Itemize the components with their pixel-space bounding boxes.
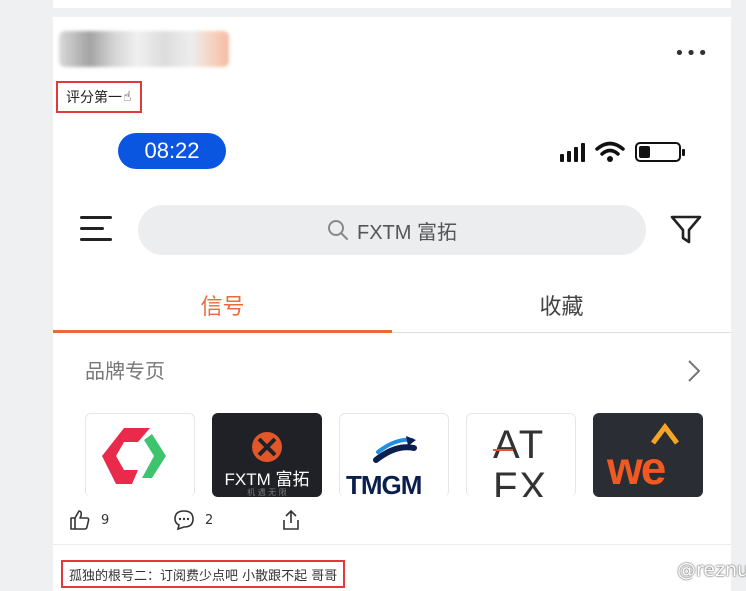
hamburger-menu-icon[interactable]	[80, 215, 112, 243]
wifi-icon	[595, 141, 625, 162]
post-action-bar: 9 2	[53, 497, 731, 545]
tab-favorites[interactable]: 收藏	[392, 277, 731, 333]
brand-logo-tmgm[interactable]: TMGM	[339, 413, 449, 497]
brand-logo-atfx[interactable]: AT FX	[466, 413, 576, 497]
comment-count: 2	[205, 512, 214, 528]
like-count: 9	[101, 512, 110, 528]
tab-bar: 信号 收藏	[53, 277, 731, 333]
fxtm-emblem-icon	[252, 432, 282, 462]
watermark: @reznue	[677, 559, 746, 581]
battery-fill	[639, 146, 650, 158]
status-time: 08:22	[118, 133, 226, 169]
brand-logo-we[interactable]: we	[593, 413, 703, 497]
atfx-accent-icon	[493, 449, 513, 451]
tab-signals[interactable]: 信号	[53, 277, 392, 333]
share-button[interactable]	[281, 509, 301, 531]
chevron-right-icon[interactable]	[687, 359, 701, 383]
brand-logo-fxtm[interactable]: FXTM 富拓 机 遇 无 限	[212, 413, 322, 497]
search-icon	[328, 220, 348, 240]
thumbs-up-icon	[70, 510, 90, 530]
feed-background: ••• 评分第一 ☝ 08:22 FXTM 富拓 信号 收藏 品牌专页 FXTM…	[0, 0, 746, 591]
blurred-user-header	[59, 31, 229, 67]
comment-button[interactable]: 2	[173, 509, 213, 531]
pointing-hand-icon: ☝	[123, 89, 132, 105]
brand-logo-list: FXTM 富拓 机 遇 无 限 TMGM AT FX we	[85, 413, 703, 497]
post-caption: 评分第一 ☝	[56, 81, 142, 113]
share-icon	[283, 509, 299, 530]
more-options-icon[interactable]: •••	[674, 43, 709, 64]
brand-section-title: 品牌专页	[85, 359, 165, 383]
tmgm-logo-text: TMGM	[346, 470, 422, 497]
cellular-signal-icon	[560, 142, 585, 162]
comment-bubble-icon	[174, 510, 194, 531]
previous-card-edge	[53, 0, 731, 8]
brand-logo-1[interactable]	[85, 413, 195, 497]
we-logo-text: we	[607, 442, 666, 494]
filter-icon[interactable]	[669, 214, 703, 246]
red-green-brand-icon	[102, 428, 166, 484]
brand-section-header[interactable]: 品牌专页	[53, 333, 731, 393]
search-text: FXTM 富拓	[357, 221, 457, 244]
fxtm-logo-subtext: 机 遇 无 限	[247, 488, 287, 497]
status-icons	[560, 141, 685, 163]
tmgm-swoosh-icon	[373, 436, 417, 463]
phone-screenshot[interactable]: 08:22 FXTM 富拓 信号 收藏 品牌专页 FXTM 富拓 机 遇 无 限…	[53, 117, 731, 497]
caption-text: 评分第一	[66, 90, 122, 106]
post-card: ••• 评分第一 ☝ 08:22 FXTM 富拓 信号 收藏 品牌专页 FXTM…	[53, 17, 746, 591]
like-button[interactable]: 9	[69, 509, 109, 531]
search-input[interactable]: FXTM 富拓	[138, 205, 646, 255]
comment-preview[interactable]: 孤独的根号二：订阅费少点吧 小散跟不起 哥哥	[61, 560, 346, 588]
battery-icon	[635, 142, 685, 162]
